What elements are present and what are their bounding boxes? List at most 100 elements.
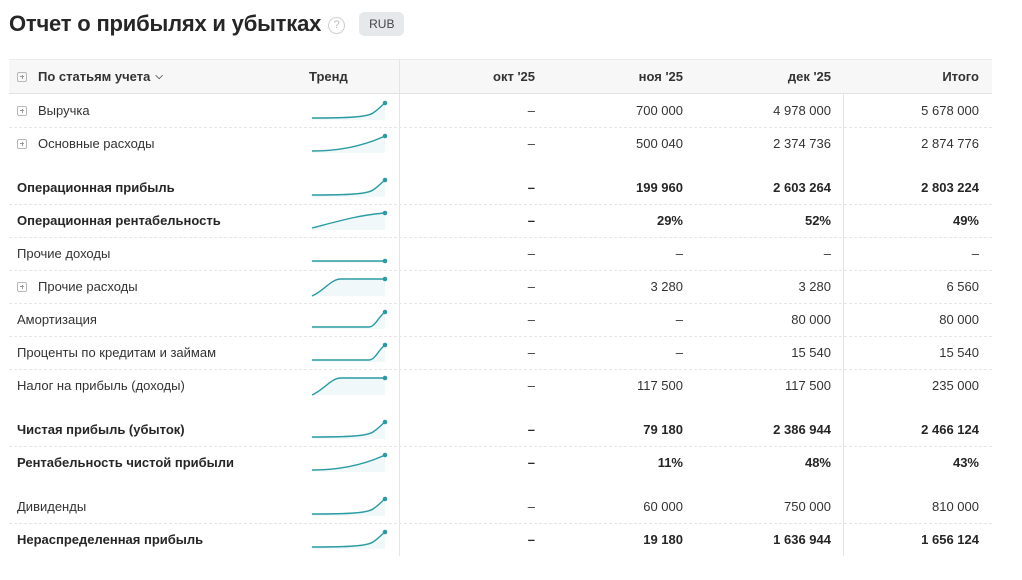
table-row[interactable]: Проценты по кредитам и займам – – 15 540 15 …	[9, 336, 992, 370]
value-nov: 700 000	[636, 103, 683, 118]
currency-badge[interactable]: RUB	[359, 12, 405, 36]
column-header-total[interactable]: Итого	[844, 60, 979, 93]
value-nov: 500 040	[636, 136, 683, 151]
value-nov: 3 280	[650, 279, 683, 294]
help-icon[interactable]: ?	[328, 16, 346, 34]
row-label[interactable]: Прочие расходы	[17, 270, 138, 303]
value-total: 2 874 776	[921, 136, 979, 151]
expand-row-icon[interactable]	[17, 281, 27, 292]
sparkline-end-dot	[382, 342, 388, 348]
value-dec: 48%	[804, 455, 831, 470]
value-total: 1 656 124	[921, 532, 979, 547]
sparkline-line	[312, 344, 386, 361]
trend-sparkline	[311, 375, 388, 396]
row-label-text: Амортизация	[17, 312, 97, 327]
row-label: Проценты по кредитам и займам	[17, 336, 216, 369]
table-row[interactable]: Прочие расходы – 3 280 3 280 6 560	[9, 270, 992, 304]
column-header-dec[interactable]: дек '25	[683, 60, 831, 93]
table-row[interactable]: Налог на прибыль (доходы) – 117 500 117 500…	[9, 369, 992, 402]
row-label-text: Рентабельность чистой прибыли	[17, 455, 235, 470]
row-label: Нераспределенная прибыль	[17, 523, 203, 556]
sparkline-end-dot	[382, 309, 388, 315]
trend-sparkline	[311, 529, 388, 549]
row-label-text: Чистая прибыль (убыток)	[17, 422, 185, 437]
value-total: 43%	[952, 455, 979, 470]
sparkline-end-dot	[382, 100, 388, 106]
value-nov: 29%	[656, 213, 683, 228]
sparkline-end-dot	[382, 496, 388, 502]
row-label: Прочие доходы	[17, 237, 110, 270]
trend-sparkline	[312, 258, 388, 264]
expand-all-icon[interactable]	[17, 71, 27, 82]
table-row[interactable]: Дивиденды – 60 000 750 000 810 000	[9, 490, 992, 524]
value-nov: 60 000	[643, 499, 683, 514]
value-oct: –	[527, 312, 535, 327]
value-nov: –	[675, 246, 683, 261]
sparkline-end-dot	[382, 452, 388, 458]
value-dec: 1 636 944	[773, 532, 831, 547]
group-by-label: По статьям учета	[38, 69, 151, 84]
value-oct: –	[527, 499, 535, 514]
value-oct: –	[527, 378, 535, 393]
value-total: 15 540	[939, 345, 979, 360]
trend-sparkline	[311, 133, 388, 153]
expand-row-icon[interactable]	[17, 105, 27, 116]
sparkline-end-dot	[382, 529, 388, 535]
row-label: Дивиденды	[17, 490, 86, 523]
column-header-oct[interactable]: окт '25	[399, 60, 535, 93]
row-label[interactable]: Основные расходы	[17, 127, 154, 160]
value-dec: 3 280	[798, 279, 831, 294]
value-oct: –	[527, 136, 535, 151]
table-row[interactable]: Чистая прибыль (убыток) – 79 180 2 386 944 2…	[9, 413, 992, 447]
trend-sparkline	[311, 419, 388, 439]
value-oct: –	[527, 213, 535, 228]
trend-sparkline	[311, 210, 388, 230]
trend-sparkline	[311, 452, 388, 472]
value-total: –	[971, 246, 979, 261]
value-dec: 2 374 736	[773, 136, 831, 151]
value-nov: –	[675, 312, 683, 327]
table-row[interactable]: Операционная прибыль – 199 960 2 603 264 2 8…	[9, 171, 992, 205]
value-total: 235 000	[932, 378, 979, 393]
row-label-text: Операционная прибыль	[17, 180, 175, 195]
value-total: 2 466 124	[921, 422, 979, 437]
sparkline-line	[312, 311, 386, 328]
value-oct: –	[527, 103, 535, 118]
value-nov: 117 500	[636, 378, 683, 393]
expand-row-icon[interactable]	[17, 138, 27, 149]
row-label-text: Дивиденды	[17, 499, 87, 514]
value-oct: –	[527, 246, 535, 261]
table-row[interactable]: Рентабельность чистой прибыли – 11% 48% 43%	[9, 446, 992, 479]
sparkline-end-dot	[382, 258, 388, 264]
value-dec: 80 000	[791, 312, 831, 327]
value-total: 6 560	[946, 279, 979, 294]
value-nov: –	[675, 345, 683, 360]
column-divider	[399, 59, 400, 556]
sparkline-end-dot	[382, 133, 388, 139]
table-row[interactable]: Операционная рентабельность – 29% 52% 49%	[9, 204, 992, 238]
table-row[interactable]: Амортизация – – 80 000 80 000	[9, 303, 992, 337]
sparkline-end-dot	[382, 419, 388, 425]
table-row[interactable]: Выручка – 700 000 4 978 000 5 678 000	[9, 94, 992, 128]
trend-sparkline	[311, 177, 388, 197]
value-total: 5 678 000	[921, 103, 979, 118]
value-oct: –	[527, 345, 535, 360]
value-nov: 11%	[657, 455, 683, 470]
table-row[interactable]: Основные расходы – 500 040 2 374 736 2 874 7…	[9, 127, 992, 160]
group-by-dropdown[interactable]: По статьям учета ⌵	[17, 60, 163, 93]
row-label: Рентабельность чистой прибыли	[17, 446, 234, 479]
value-dec: 15 540	[791, 345, 831, 360]
row-label[interactable]: Выручка	[17, 94, 90, 127]
row-label: Операционная рентабельность	[17, 204, 221, 237]
table-row[interactable]: Нераспределенная прибыль – 19 180 1 636 944…	[9, 523, 992, 556]
value-oct: –	[527, 532, 535, 547]
pnl-table: По статьям учета ⌵ Тренд окт '25 ноя '25…	[9, 59, 992, 556]
page-title: Отчет о прибылях и убытках	[9, 11, 322, 36]
sparkline-end-dot	[382, 375, 388, 381]
table-row[interactable]: Прочие доходы – – – –	[9, 237, 992, 271]
sparkline-area	[312, 378, 385, 395]
sparkline-end-dot	[382, 177, 388, 183]
row-label-text: Выручка	[38, 103, 90, 118]
column-header-nov[interactable]: ноя '25	[535, 60, 683, 93]
sparkline-area	[312, 213, 385, 230]
